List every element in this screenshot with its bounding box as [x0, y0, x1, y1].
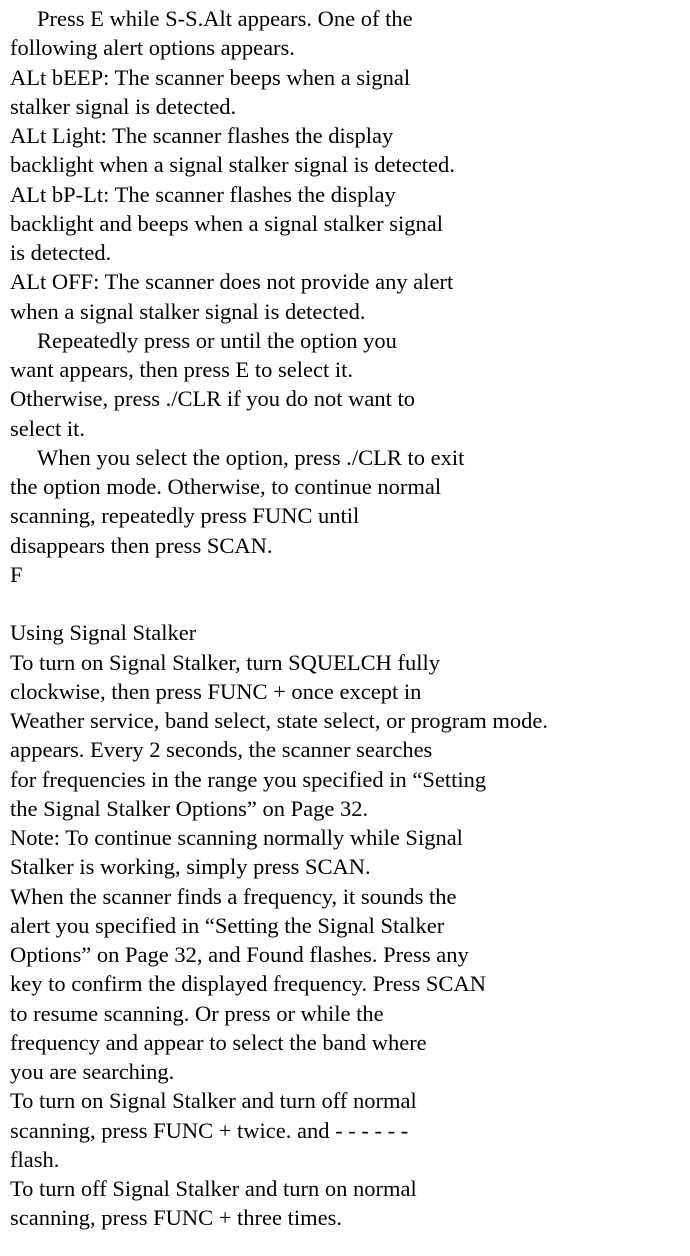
- paragraph-found-line4: key to confirm the displayed frequency. …: [10, 969, 680, 998]
- option-altbeep-line2: stalker signal is detected.: [10, 92, 680, 121]
- paragraph-turnon-line6: the Signal Stalker Options” on Page 32.: [10, 794, 680, 823]
- paragraph-found-line5: to resume scanning. Or press or while th…: [10, 999, 680, 1028]
- option-altbplt-line2: backlight and beeps when a signal stalke…: [10, 209, 680, 238]
- paragraph-found-line6: frequency and appear to select the band …: [10, 1028, 680, 1057]
- option-altoff-line2: when a signal stalker signal is detected…: [10, 297, 680, 326]
- paragraph-alert-intro-line1: Press E while S-S.Alt appears. One of th…: [10, 4, 680, 33]
- paragraph-repeatedly-line3: Otherwise, press ./CLR if you do not wan…: [10, 384, 680, 413]
- option-altbplt-line3: is detected.: [10, 238, 680, 267]
- paragraph-selectoption-line4: disappears then press SCAN.: [10, 531, 680, 560]
- paragraph-turnoff-line1: To turn off Signal Stalker and turn on n…: [10, 1174, 680, 1203]
- option-altbeep-line1: ALt bEEP: The scanner beeps when a signa…: [10, 63, 680, 92]
- paragraph-selectoption-line3: scanning, repeatedly press FUNC until: [10, 501, 680, 530]
- paragraph-selectoption-line1: When you select the option, press ./CLR …: [10, 443, 680, 472]
- paragraph-turnon-line5: for frequencies in the range you specifi…: [10, 765, 680, 794]
- paragraph-found-line7: you are searching.: [10, 1057, 680, 1086]
- paragraph-found-line1: When the scanner finds a frequency, it s…: [10, 882, 680, 911]
- paragraph-turnon-line1: To turn on Signal Stalker, turn SQUELCH …: [10, 648, 680, 677]
- paragraph-found-line2: alert you specified in “Setting the Sign…: [10, 911, 680, 940]
- option-altlight-line2: backlight when a signal stalker signal i…: [10, 150, 680, 179]
- paragraph-turnoff-line2: scanning, press FUNC + three times.: [10, 1203, 680, 1232]
- paragraph-found-line3: Options” on Page 32, and Found flashes. …: [10, 940, 680, 969]
- paragraph-stalker-only-line1: To turn on Signal Stalker and turn off n…: [10, 1086, 680, 1115]
- paragraph-repeatedly-line1: Repeatedly press or until the option you: [10, 326, 680, 355]
- paragraph-stalker-only-line2: scanning, press FUNC + twice. and - - - …: [10, 1116, 680, 1145]
- paragraph-alert-intro-line2: following alert options appears.: [10, 33, 680, 62]
- option-altbplt-line1: ALt bP-Lt: The scanner flashes the displ…: [10, 180, 680, 209]
- paragraph-turnon-line4: appears. Every 2 seconds, the scanner se…: [10, 735, 680, 764]
- paragraph-stalker-only-line3: flash.: [10, 1145, 680, 1174]
- stray-letter-f: F: [10, 560, 680, 589]
- paragraph-repeatedly-line4: select it.: [10, 414, 680, 443]
- option-altoff-line1: ALt OFF: The scanner does not provide an…: [10, 267, 680, 296]
- note-line2: Stalker is working, simply press SCAN.: [10, 852, 680, 881]
- option-altlight-line1: ALt Light: The scanner flashes the displ…: [10, 121, 680, 150]
- paragraph-selectoption-line2: the option mode. Otherwise, to continue …: [10, 472, 680, 501]
- page-body: Press E while S-S.Alt appears. One of th…: [0, 0, 690, 1243]
- paragraph-turnon-line2: clockwise, then press FUNC + once except…: [10, 677, 680, 706]
- paragraph-repeatedly-line2: want appears, then press E to select it.: [10, 355, 680, 384]
- note-line1: Note: To continue scanning normally whil…: [10, 823, 680, 852]
- blank-line: [10, 589, 680, 618]
- heading-using-signal-stalker: Using Signal Stalker: [10, 618, 680, 647]
- paragraph-turnon-line3: Weather service, band select, state sele…: [10, 706, 680, 735]
